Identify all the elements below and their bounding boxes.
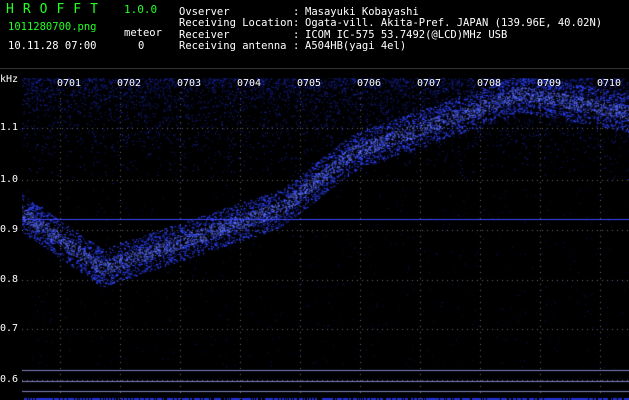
app-version: 1.0.0: [124, 3, 158, 16]
time-tick-label: 0703: [177, 78, 202, 89]
file-datetime: 10.11.28 07:00: [8, 40, 97, 52]
info-sep-location: :: [293, 17, 300, 29]
time-tick-label: 0705: [297, 78, 322, 89]
time-tick-label: 0707: [417, 78, 442, 89]
time-tick-label: 0706: [357, 78, 382, 89]
y-tick-label: 1.1: [0, 122, 19, 133]
meteor-label: meteor: [124, 27, 162, 39]
info-sep-antenna: :: [293, 40, 300, 52]
time-tick-label: 0710: [597, 78, 622, 89]
info-value-location: Ogata-vill. Akita-Pref. JAPAN (139.96E, …: [305, 17, 603, 29]
info-key-antenna: Receiving antenna: [179, 40, 287, 52]
time-tick-label: 0702: [117, 78, 142, 89]
y-tick-label: 0.7: [0, 323, 19, 334]
header-divider: [0, 68, 629, 69]
time-tick-label: 0704: [237, 78, 262, 89]
y-tick-label: 0.8: [0, 274, 19, 285]
spectrogram-plot: [22, 78, 629, 400]
file-name: 1011280700.png: [8, 21, 97, 33]
info-value-antenna: A504HB(yagi 4el): [305, 40, 407, 52]
y-unit-label: kHz: [0, 74, 19, 85]
app-title: HROFFT: [6, 2, 107, 17]
time-tick-label: 0701: [57, 78, 82, 89]
y-tick-label: 0.6: [0, 374, 19, 385]
time-tick-label: 0709: [537, 78, 562, 89]
time-tick-label: 0708: [477, 78, 502, 89]
y-tick-label: 0.9: [0, 224, 19, 235]
info-key-location: Receiving Location: [179, 17, 293, 29]
y-tick-label: 1.0: [0, 174, 19, 185]
meteor-count: 0: [138, 40, 145, 52]
hrofft-window: HROFFT 1.0.0 1011280700.png 10.11.28 07:…: [0, 0, 629, 400]
